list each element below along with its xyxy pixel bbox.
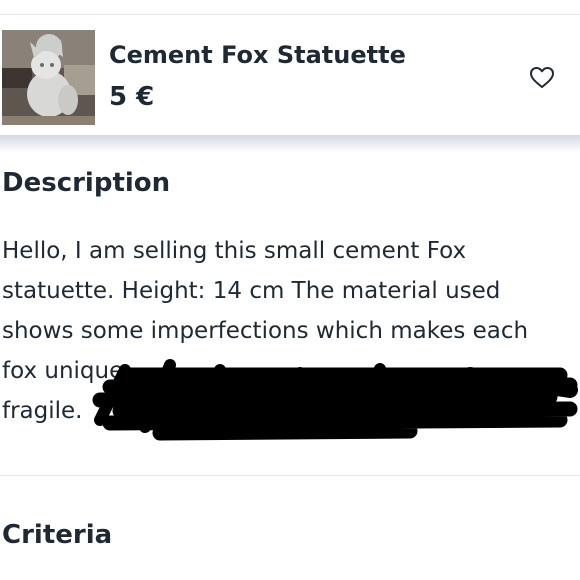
header-shadow [0,135,580,153]
description-line: Hello, I am selling this small cement Fo… [2,238,467,264]
redaction-scribble [92,359,578,441]
product-thumbnail[interactable] [2,30,95,125]
section-divider [0,475,580,476]
product-title: Cement Fox Statuette [109,41,406,69]
product-price: 5 € [109,82,155,112]
heart-icon [530,67,554,88]
description-heading: Description [2,168,171,198]
fox-statuette-photo [2,30,95,125]
description-line: statuette. Height: 14 cm The material us… [2,278,501,304]
favorite-button[interactable] [526,62,558,94]
criteria-heading: Criteria [2,520,113,550]
